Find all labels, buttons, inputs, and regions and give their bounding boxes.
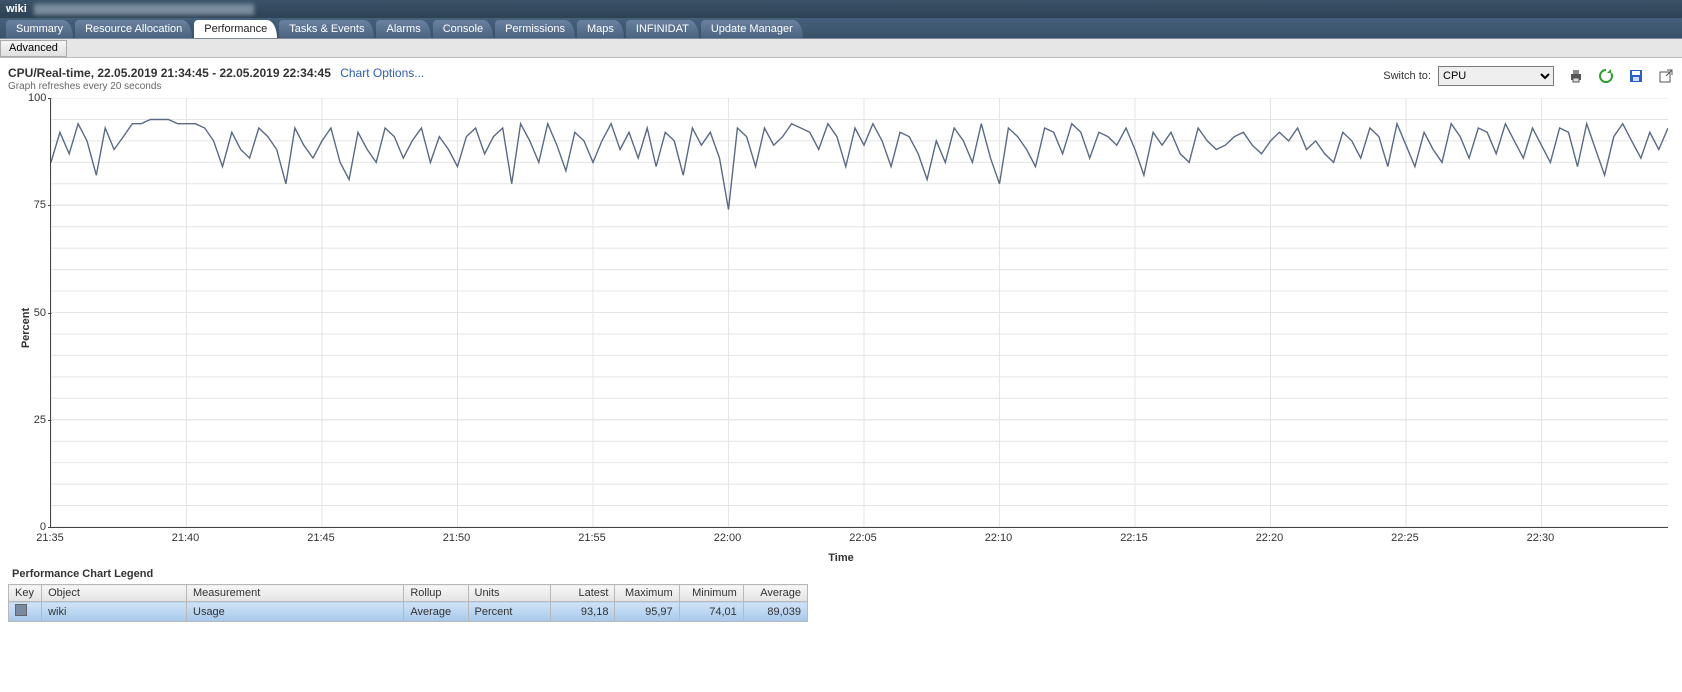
tab-tasks-events[interactable]: Tasks & Events — [279, 20, 374, 38]
x-tick-label: 22:15 — [1120, 532, 1148, 544]
y-tick-label: 50 — [28, 307, 46, 319]
switch-to-select[interactable]: CPU — [1438, 66, 1554, 86]
legend-latest: 93,18 — [551, 602, 615, 622]
legend-measurement: Usage — [187, 602, 404, 622]
x-tick-label: 22:10 — [985, 532, 1013, 544]
legend-units: Percent — [468, 602, 551, 622]
legend-header-row: Key Object Measurement Rollup Units Late… — [9, 585, 808, 602]
y-tick-label: 100 — [28, 92, 46, 104]
tab-permissions[interactable]: Permissions — [495, 20, 575, 38]
x-tick-label: 22:00 — [714, 532, 742, 544]
x-tick-label: 21:55 — [578, 532, 606, 544]
sub-toolbar: Advanced — [0, 39, 1682, 58]
window-title-blurred — [34, 4, 254, 15]
x-axis-label: Time — [828, 552, 853, 564]
window-title-prefix: wiki — [6, 3, 27, 15]
tab-update-manager[interactable]: Update Manager — [701, 20, 803, 38]
legend-maximum: 95,97 — [615, 602, 679, 622]
legend-col-units[interactable]: Units — [468, 585, 551, 602]
x-tick-label: 21:35 — [36, 532, 64, 544]
tab-alarms[interactable]: Alarms — [376, 20, 430, 38]
x-tick-label: 22:20 — [1256, 532, 1284, 544]
x-tick-label: 21:45 — [307, 532, 335, 544]
x-tick-label: 22:05 — [849, 532, 877, 544]
legend-col-object[interactable]: Object — [42, 585, 187, 602]
main-tab-bar: Summary Resource Allocation Performance … — [0, 18, 1682, 39]
tab-summary[interactable]: Summary — [6, 20, 73, 38]
legend-col-maximum[interactable]: Maximum — [615, 585, 679, 602]
legend-minimum: 74,01 — [679, 602, 743, 622]
tab-maps[interactable]: Maps — [577, 20, 624, 38]
tab-performance[interactable]: Performance — [194, 20, 277, 38]
window-title-bar: wiki — [0, 0, 1682, 18]
chart-plot — [50, 98, 1668, 528]
tab-resource-allocation[interactable]: Resource Allocation — [75, 20, 192, 38]
legend-row[interactable]: wiki Usage Average Percent 93,18 95,97 7… — [9, 602, 808, 622]
chart-header-right: Switch to: CPU — [1383, 66, 1674, 86]
legend-rollup: Average — [404, 602, 468, 622]
legend-col-average[interactable]: Average — [743, 585, 807, 602]
legend-average: 89,039 — [743, 602, 807, 622]
refresh-icon[interactable] — [1598, 68, 1614, 84]
legend-col-key[interactable]: Key — [9, 585, 42, 602]
legend-col-rollup[interactable]: Rollup — [404, 585, 468, 602]
chart-options-link[interactable]: Chart Options... — [340, 66, 424, 80]
legend-col-measurement[interactable]: Measurement — [187, 585, 404, 602]
export-icon[interactable] — [1658, 68, 1674, 84]
legend-col-latest[interactable]: Latest — [551, 585, 615, 602]
legend-table: Key Object Measurement Rollup Units Late… — [8, 584, 808, 622]
legend-title: Performance Chart Legend — [12, 568, 1674, 580]
tab-infinidat[interactable]: INFINIDAT — [626, 20, 699, 38]
x-tick-label: 22:25 — [1391, 532, 1419, 544]
y-tick-label: 75 — [28, 199, 46, 211]
tab-console[interactable]: Console — [433, 20, 493, 38]
y-tick-label: 25 — [28, 414, 46, 426]
legend-object: wiki — [42, 602, 187, 622]
save-icon[interactable] — [1628, 68, 1644, 84]
switch-to-label: Switch to: — [1383, 70, 1431, 82]
x-tick-label: 21:50 — [443, 532, 471, 544]
x-tick-label: 21:40 — [172, 532, 200, 544]
chart-title: CPU/Real-time, 22.05.2019 21:34:45 - 22.… — [8, 66, 331, 80]
advanced-button[interactable]: Advanced — [0, 40, 67, 57]
legend-key-swatch — [9, 602, 42, 622]
x-tick-label: 22:30 — [1527, 532, 1555, 544]
chart-header-left: CPU/Real-time, 22.05.2019 21:34:45 - 22.… — [8, 66, 424, 92]
refresh-note: Graph refreshes every 20 seconds — [8, 81, 424, 92]
print-icon[interactable] — [1568, 68, 1584, 84]
legend-col-minimum[interactable]: Minimum — [679, 585, 743, 602]
chart-area: Percent 0255075100 21:3521:4021:4521:502… — [8, 98, 1674, 558]
